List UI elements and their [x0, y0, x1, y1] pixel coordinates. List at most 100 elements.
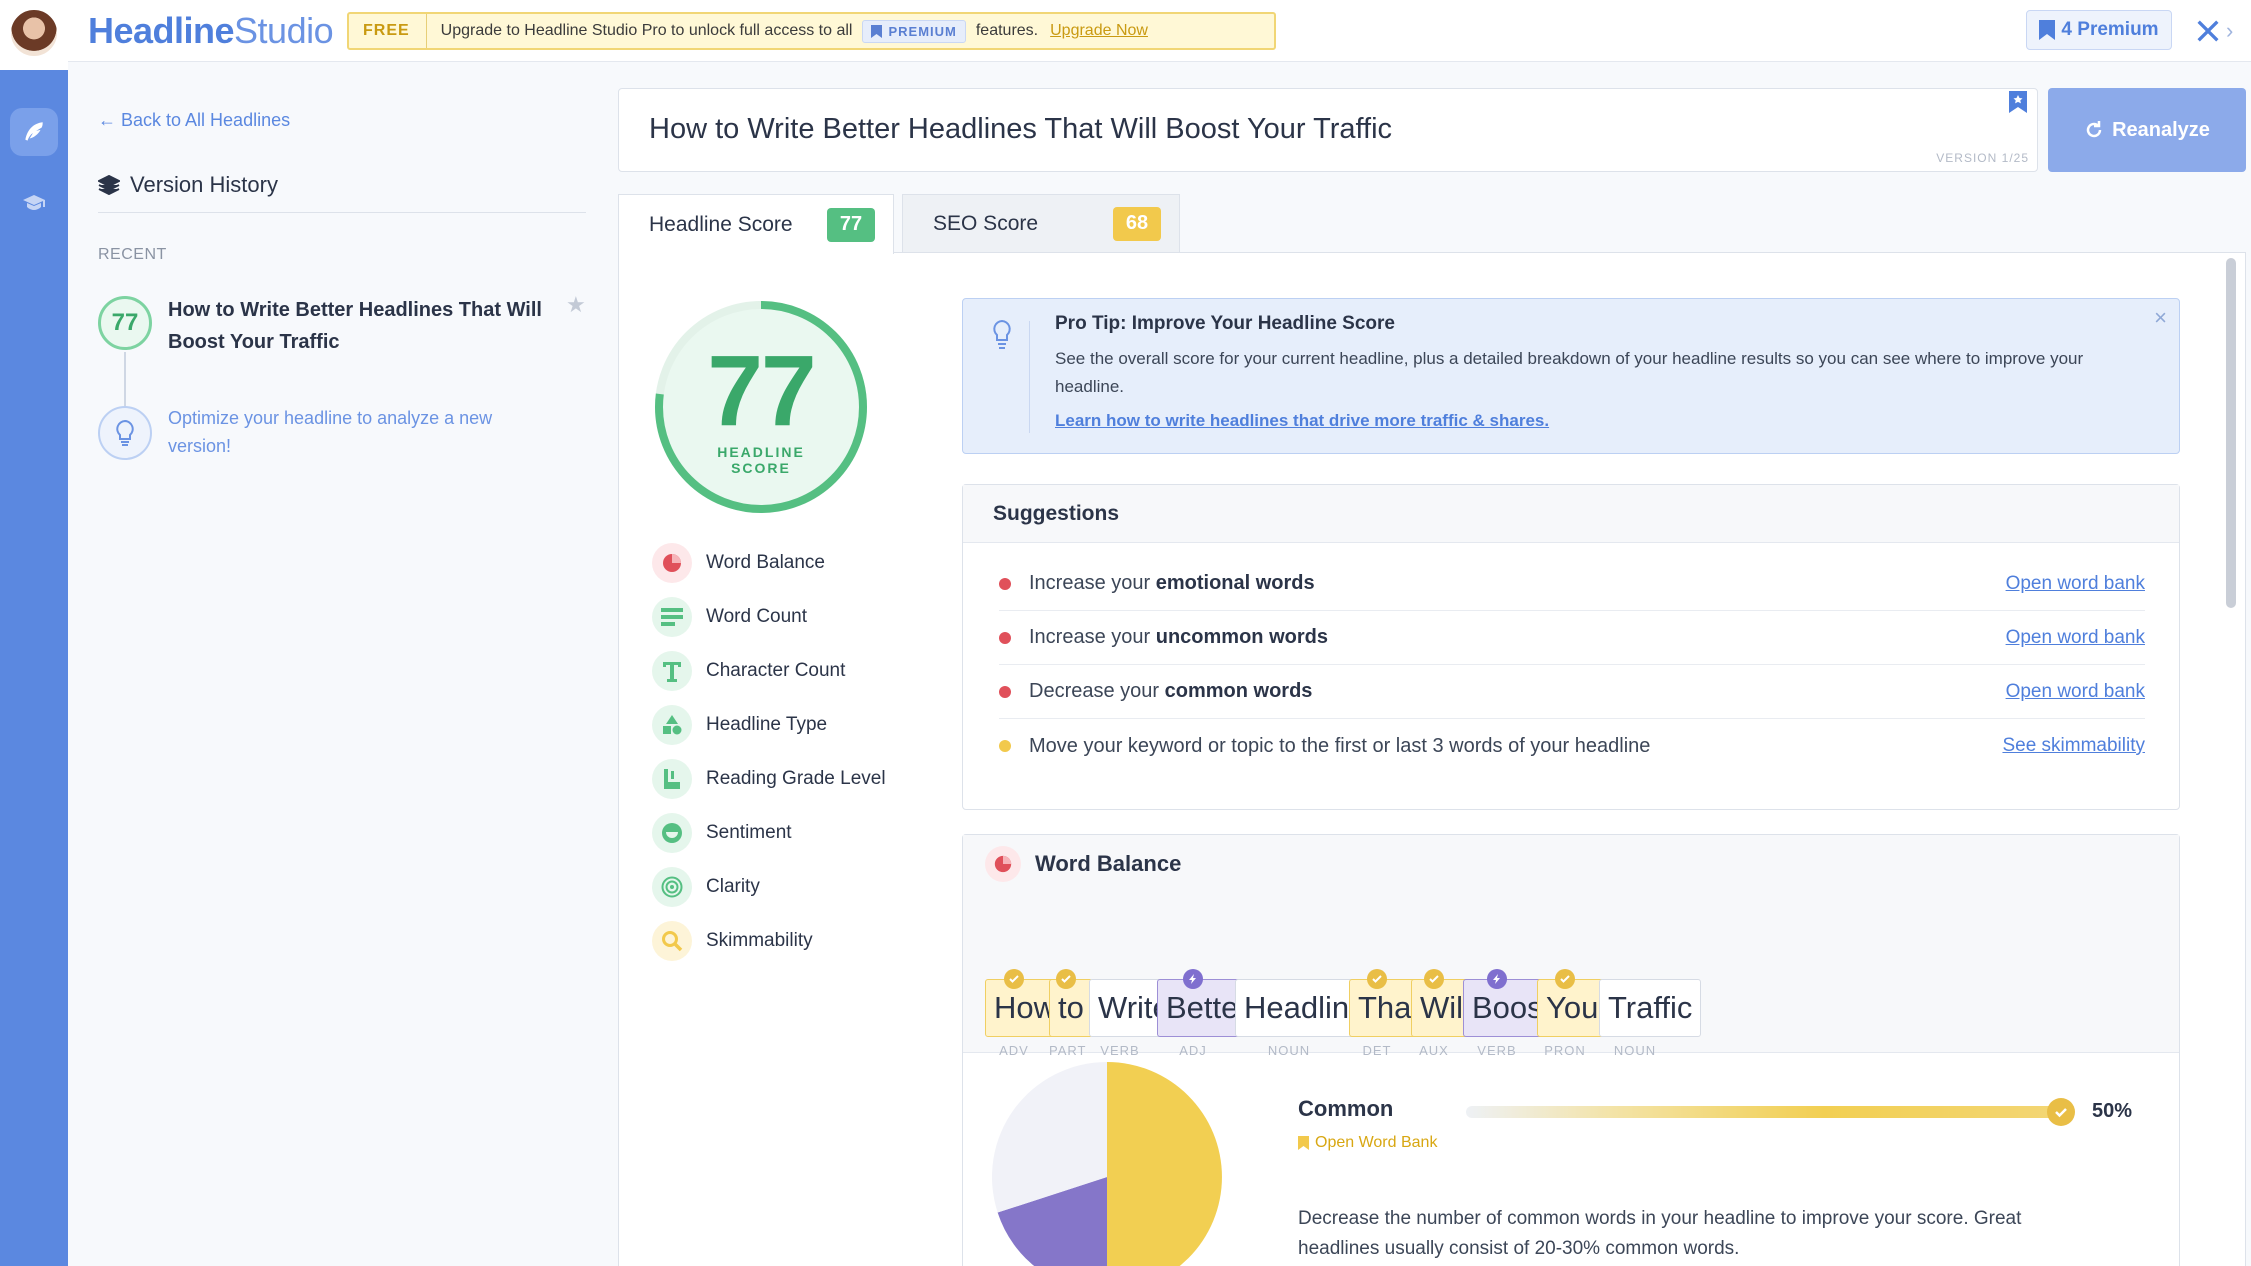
- see-skimmability-link[interactable]: See skimmability: [2002, 735, 2145, 757]
- pie-icon: [652, 543, 692, 583]
- shapes-icon: [652, 705, 692, 745]
- suggestion-item: Increase your emotional words Open word …: [999, 557, 2145, 611]
- suggestion-item: Decrease your common words Open word ban…: [999, 665, 2145, 719]
- word-tokens-row: How ADV to PART Write VERB Better ADJ Headlines N…: [963, 893, 2179, 1058]
- text-icon: [652, 651, 692, 691]
- part-of-speech-label: NOUN: [1613, 1043, 1657, 1058]
- tools-icon: [2197, 20, 2219, 42]
- word-balance-pie: [992, 1062, 1222, 1266]
- metric-word-balance[interactable]: Word Balance: [652, 543, 825, 583]
- target-icon: [652, 867, 692, 907]
- headline-score-badge: 77: [827, 207, 875, 242]
- tab-headline-score[interactable]: Headline Score 77: [618, 194, 894, 254]
- premium-pill: PREMIUM: [862, 19, 966, 43]
- tools-menu[interactable]: ›: [2194, 14, 2244, 48]
- headline-text[interactable]: How to Write Better Headlines That Will …: [649, 113, 1392, 146]
- headline-score-value: 77: [707, 335, 816, 447]
- part-of-speech-label: ADV: [999, 1043, 1029, 1058]
- top-bar: HeadlineStudio FREE Upgrade to Headline …: [68, 0, 2251, 62]
- book-icon: [652, 759, 692, 799]
- common-progress-bar: [1466, 1106, 2062, 1118]
- open-word-bank-link[interactable]: Open word bank: [2006, 681, 2145, 703]
- new-version-hint: Optimize your headline to analyze a new …: [168, 408, 493, 456]
- brand-logo[interactable]: HeadlineStudio: [88, 10, 334, 52]
- rail-headlines-item[interactable]: [10, 108, 58, 156]
- bolt-badge-icon: [1487, 969, 1507, 989]
- check-badge-icon: [1555, 969, 1575, 989]
- part-of-speech-label: PRON: [1544, 1043, 1586, 1058]
- star-icon[interactable]: ★: [566, 292, 586, 318]
- metric-skimmability[interactable]: Skimmability: [652, 921, 813, 961]
- back-to-headlines-link[interactable]: ← Back to All Headlines: [98, 110, 290, 131]
- tip-divider: [1029, 321, 1030, 433]
- metric-reading-grade-level[interactable]: Reading Grade Level: [652, 759, 886, 799]
- pro-tip-title: Pro Tip: Improve Your Headline Score: [1055, 313, 1395, 334]
- version-history-title: Version History: [98, 172, 278, 198]
- magnifier-icon: [652, 921, 692, 961]
- upgrade-now-link[interactable]: Upgrade Now: [1050, 22, 1148, 40]
- graduation-cap-icon: [23, 195, 45, 210]
- open-word-bank-link[interactable]: Open word bank: [2006, 573, 2145, 595]
- check-badge-icon: [1424, 969, 1444, 989]
- suggestions-title: Suggestions: [963, 485, 2179, 543]
- check-badge-icon: [1056, 969, 1076, 989]
- headline-input[interactable]: How to Write Better Headlines That Will …: [618, 88, 2038, 172]
- user-avatar[interactable]: [9, 8, 59, 58]
- bolt-badge-icon: [1183, 969, 1203, 989]
- part-of-speech-label: ADJ: [1179, 1043, 1207, 1058]
- reanalyze-button[interactable]: Reanalyze: [2048, 88, 2246, 172]
- headline-score-label: HEADLINE SCORE: [717, 444, 805, 476]
- word-balance-header: Word Balance: [963, 835, 2179, 893]
- smile-icon: [652, 813, 692, 853]
- history-item-title[interactable]: How to Write Better Headlines That Will …: [168, 294, 568, 358]
- scrollbar[interactable]: [2226, 258, 2236, 608]
- common-percent: 50%: [2092, 1100, 2133, 1122]
- open-word-bank-link[interactable]: Open Word Bank: [1298, 1134, 1437, 1152]
- refresh-icon: [2086, 121, 2102, 138]
- suggestions-card: Suggestions Increase your emotional word…: [962, 484, 2180, 810]
- metric-character-count[interactable]: Character Count: [652, 651, 845, 691]
- bookmark-icon[interactable]: [2009, 91, 2027, 113]
- part-of-speech-label: NOUN: [1267, 1043, 1311, 1058]
- free-tag: FREE: [349, 14, 427, 48]
- metric-sentiment[interactable]: Sentiment: [652, 813, 792, 853]
- part-of-speech-label: DET: [1362, 1043, 1392, 1058]
- metric-word-count[interactable]: Word Count: [652, 597, 807, 637]
- metric-clarity[interactable]: Clarity: [652, 867, 760, 907]
- layers-icon: [98, 175, 120, 195]
- status-dot: [999, 631, 1011, 644]
- suggestion-item: Increase your uncommon words Open word b…: [999, 611, 2145, 665]
- pro-tip-box: Pro Tip: Improve Your Headline Score See…: [962, 298, 2180, 454]
- metric-headline-type[interactable]: Headline Type: [652, 705, 827, 745]
- pie-slice-common: [1107, 1062, 1222, 1266]
- lines-icon: [652, 597, 692, 637]
- pro-tip-body: See the overall score for your current h…: [1055, 349, 2084, 396]
- bookmark-icon: [1298, 1136, 1309, 1150]
- check-badge-icon: [1367, 969, 1387, 989]
- upgrade-banner: FREE Upgrade to Headline Studio Pro to u…: [347, 12, 1276, 50]
- status-dot: [999, 685, 1011, 698]
- recent-label: RECENT: [98, 246, 167, 263]
- part-of-speech-label: PART: [1049, 1043, 1087, 1058]
- pro-tip-link[interactable]: Learn how to write headlines that drive …: [1055, 411, 1549, 431]
- bookmark-icon: [871, 24, 883, 38]
- word-token[interactable]: Traffic: [1599, 979, 1702, 1037]
- status-dot: [999, 740, 1011, 752]
- upgrade-suffix: features.: [975, 22, 1039, 39]
- part-of-speech-label: VERB: [1100, 1043, 1140, 1058]
- pie-icon: [985, 846, 1021, 882]
- bookmark-icon: [2039, 20, 2056, 40]
- premium-button[interactable]: 4 Premium: [2026, 10, 2172, 50]
- seo-score-badge: 68: [1113, 206, 1161, 241]
- close-icon[interactable]: ×: [2154, 305, 2167, 331]
- rail-learn-item[interactable]: [10, 178, 58, 226]
- open-word-bank-link[interactable]: Open word bank: [2006, 627, 2145, 649]
- tab-seo-score[interactable]: SEO Score 68: [902, 194, 1180, 252]
- lightbulb-icon: [993, 319, 1011, 349]
- upgrade-message: Upgrade to Headline Studio Pro to unlock…: [440, 22, 853, 39]
- chevron-right-icon: ›: [2226, 18, 2234, 43]
- part-of-speech-label: AUX: [1419, 1043, 1449, 1058]
- status-dot: [999, 577, 1011, 590]
- common-label: Common: [1298, 1096, 1394, 1121]
- history-score-badge[interactable]: 77: [98, 296, 152, 350]
